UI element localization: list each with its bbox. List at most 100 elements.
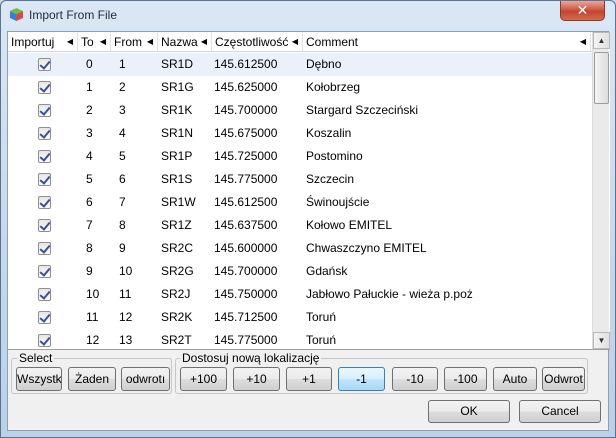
table-row[interactable]: 7 8 SR1Z 145.637500 Kołowo EMITEL (8, 214, 592, 237)
cell-frequency: 145.750000 (214, 287, 278, 301)
column-header-importuj[interactable]: Importuj ◀ (8, 32, 78, 52)
cell-name: SR1D (161, 57, 194, 71)
cell-from: 8 (119, 218, 126, 232)
scroll-down-icon[interactable]: ▼ (593, 332, 610, 349)
minus-10-button[interactable]: -10 (392, 367, 438, 391)
cancel-button[interactable]: Cancel (519, 400, 601, 423)
minus-1-button[interactable]: -1 (338, 367, 385, 391)
cell-comment: Jabłowo Pałuckie - wieża p.poż (306, 287, 473, 301)
cell-comment: Postomino (306, 149, 363, 163)
column-header-from[interactable]: From ◀ (111, 32, 158, 52)
import-checkbox[interactable] (38, 150, 51, 163)
cell-name: SR2K (161, 310, 193, 324)
table-row[interactable]: 6 7 SR1W 145.612500 Świnoujście (8, 191, 592, 214)
cell-to: 5 (86, 172, 93, 186)
ok-button[interactable]: OK (428, 400, 510, 423)
close-icon: ✕ (576, 2, 589, 18)
cell-frequency: 145.700000 (214, 103, 278, 117)
cell-from: 6 (119, 172, 126, 186)
plus-1-button[interactable]: +1 (286, 367, 332, 391)
app-cube-icon (10, 8, 23, 21)
column-header-nazwa[interactable]: Nazwa ◀ (158, 32, 212, 52)
import-checkbox[interactable] (38, 173, 51, 186)
table-row[interactable]: 0 1 SR1D 145.612500 Dębno (8, 53, 592, 76)
sort-left-icon: ◀ (146, 37, 153, 46)
cell-name: SR1P (161, 149, 193, 163)
plus-10-button[interactable]: +10 (233, 367, 280, 391)
cell-to: 12 (86, 333, 100, 347)
reverse-button[interactable]: Odwrot (542, 367, 585, 391)
vertical-scrollbar[interactable]: ▲ ▼ (592, 32, 610, 349)
import-checkbox[interactable] (38, 288, 51, 301)
select-none-button[interactable]: Żaden (68, 367, 116, 391)
cell-from: 3 (119, 103, 126, 117)
cell-to: 0 (86, 57, 93, 71)
import-checkbox[interactable] (38, 58, 51, 71)
table-row[interactable]: 9 10 SR2G 145.700000 Gdańsk (8, 260, 592, 283)
dialog-client-area: Importuj ◀ To ◀ From ◀ Nazwa ◀ Częstotli… (7, 31, 610, 431)
cell-frequency: 145.775000 (214, 172, 278, 186)
table-row[interactable]: 1 2 SR1G 145.625000 Kołobrzeg (8, 76, 592, 99)
cell-to: 9 (86, 264, 93, 278)
sort-left-icon: ◀ (291, 37, 298, 46)
adjust-group-label: Dostosuj nową lokalizację (180, 351, 322, 365)
cell-from: 7 (119, 195, 126, 209)
import-checkbox[interactable] (38, 81, 51, 94)
cell-name: SR1W (161, 195, 196, 209)
cell-frequency: 145.637500 (214, 218, 278, 232)
auto-button[interactable]: Auto (493, 367, 537, 391)
cell-frequency: 145.700000 (214, 264, 278, 278)
cell-from: 13 (119, 333, 133, 347)
cell-frequency: 145.600000 (214, 241, 278, 255)
import-checkbox[interactable] (38, 311, 51, 324)
import-checkbox[interactable] (38, 127, 51, 140)
column-header-comment[interactable]: Comment ◀ (303, 32, 591, 52)
import-checkbox[interactable] (38, 196, 51, 209)
cell-name: SR2G (161, 264, 194, 278)
sort-left-icon: ◀ (99, 37, 106, 46)
column-header-to[interactable]: To ◀ (78, 32, 111, 52)
cell-from: 5 (119, 149, 126, 163)
import-table: Importuj ◀ To ◀ From ◀ Nazwa ◀ Częstotli… (8, 32, 610, 350)
table-row[interactable]: 2 3 SR1K 145.700000 Stargard Szczeciński (8, 99, 592, 122)
cell-from: 1 (119, 57, 126, 71)
adjust-location-group: Dostosuj nową lokalizację +100 +10 +1 -1 -10… (175, 351, 588, 394)
plus-100-button[interactable]: +100 (180, 367, 227, 391)
import-checkbox[interactable] (38, 219, 51, 232)
scroll-thumb[interactable] (594, 52, 609, 104)
cell-comment: Koszalin (306, 126, 352, 140)
table-body: 0 1 SR1D 145.612500 Dębno 1 2 SR1G 145.625000 Koł… (8, 53, 592, 349)
import-checkbox[interactable] (38, 265, 51, 278)
import-checkbox[interactable] (38, 334, 51, 347)
import-checkbox[interactable] (38, 242, 51, 255)
cell-from: 4 (119, 126, 126, 140)
sort-left-icon: ◀ (200, 37, 207, 46)
table-row[interactable]: 5 6 SR1S 145.775000 Szczecin (8, 168, 592, 191)
cell-name: SR1Z (161, 218, 192, 232)
cell-comment: Szczecin (306, 172, 355, 186)
cell-frequency: 145.625000 (214, 80, 278, 94)
cell-from: 11 (119, 287, 132, 301)
import-checkbox[interactable] (38, 104, 51, 117)
table-row[interactable]: 12 13 SR2T 145.775000 Toruń (8, 329, 592, 349)
select-all-button[interactable]: Wszystk (16, 367, 62, 391)
cell-frequency: 145.725000 (214, 149, 278, 163)
table-row[interactable]: 3 4 SR1N 145.675000 Koszalin (8, 122, 592, 145)
cell-from: 2 (119, 80, 126, 94)
cell-to: 3 (86, 126, 93, 140)
cell-comment: Dębno (306, 57, 342, 71)
select-invert-button[interactable]: odwrotı (121, 367, 170, 391)
table-row[interactable]: 4 5 SR1P 145.725000 Postomino (8, 145, 592, 168)
table-row[interactable]: 11 12 SR2K 145.712500 Toruń (8, 306, 592, 329)
cell-name: SR1S (161, 172, 193, 186)
table-row[interactable]: 10 11 SR2J 145.750000 Jabłowo Pałuckie - wie… (8, 283, 592, 306)
scroll-up-icon[interactable]: ▲ (593, 32, 610, 49)
select-group-label: Select (17, 351, 55, 365)
title-bar[interactable]: Import From File ✕ (1, 1, 615, 30)
cell-to: 8 (86, 241, 93, 255)
table-row[interactable]: 8 9 SR2C 145.600000 Chwaszczyno EMITEL (8, 237, 592, 260)
table-header: Importuj ◀ To ◀ From ◀ Nazwa ◀ Częstotli… (8, 32, 610, 52)
close-button[interactable]: ✕ (560, 1, 605, 21)
minus-100-button[interactable]: -100 (444, 367, 487, 391)
column-header-czestotliwosc[interactable]: Częstotliwość ◀ (212, 32, 303, 52)
